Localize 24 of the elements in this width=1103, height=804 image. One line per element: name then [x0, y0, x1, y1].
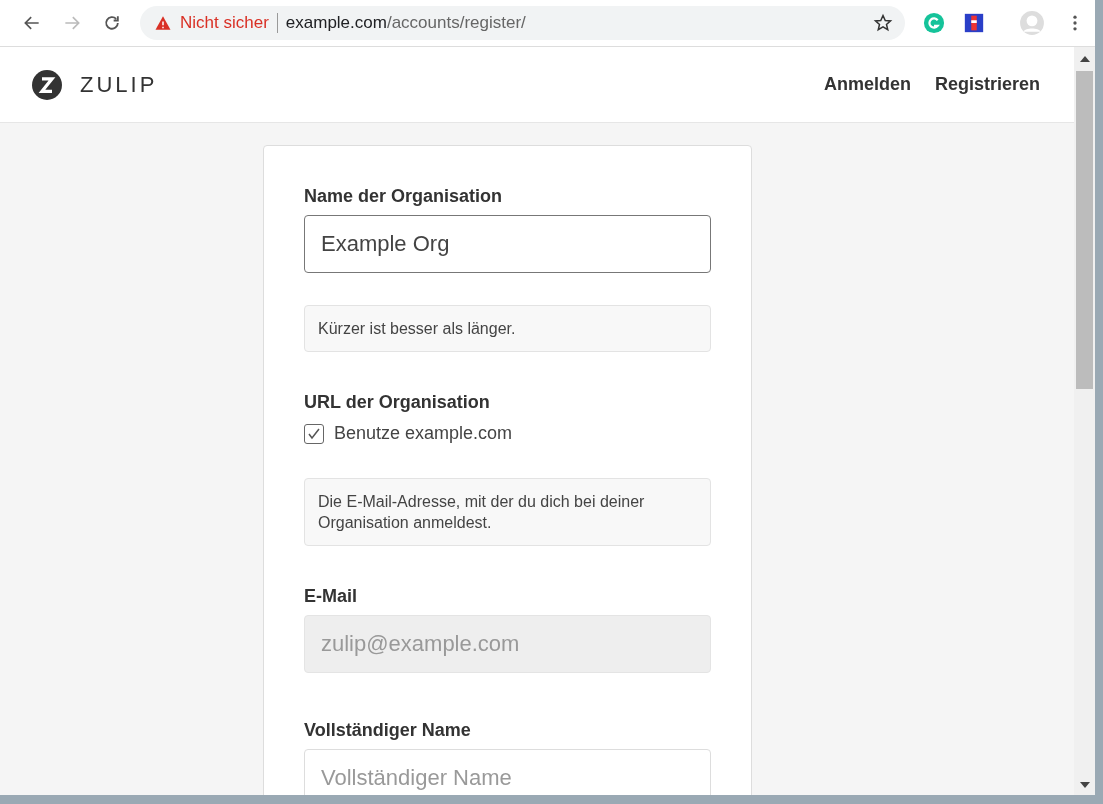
scroll-down-icon[interactable]: [1079, 781, 1090, 789]
nav-link[interactable]: Registrieren: [934, 74, 1040, 95]
field-label: Vollständiger Name: [304, 720, 472, 741]
input-field[interactable]: Example Org: [304, 215, 711, 273]
nav-link[interactable]: Anmelden: [823, 74, 911, 95]
extension-icon[interactable]: [963, 12, 985, 34]
hint-text: Kürzer ist besser als länger.: [304, 305, 711, 352]
url-text: example.com/accounts/register/: [285, 13, 527, 33]
logo-icon: [32, 69, 62, 100]
scrollbar[interactable]: [1074, 47, 1095, 795]
checkbox-label: Benutze example.com: [334, 423, 513, 444]
hint-text: Die E-Mail-Adresse, mit der du dich bei deiner Organisation anmeldest.: [304, 478, 711, 546]
warning-icon: [154, 14, 172, 32]
logo-text: ZULIP: [80, 71, 158, 98]
reload-icon: [102, 13, 122, 33]
field-label: Name der Organisation: [304, 186, 504, 207]
field-label: E-Mail: [304, 586, 358, 607]
scroll-up-icon[interactable]: [1079, 55, 1090, 63]
star-icon[interactable]: [873, 13, 893, 33]
field-label: URL der Organisation: [304, 392, 491, 413]
address-bar[interactable]: Nicht sicher example.com/accounts/register/: [140, 6, 905, 40]
input-field[interactable]: Vollständiger Name: [304, 749, 711, 795]
security-warning: Nicht sicher: [180, 13, 269, 33]
checkbox[interactable]: [304, 423, 324, 444]
